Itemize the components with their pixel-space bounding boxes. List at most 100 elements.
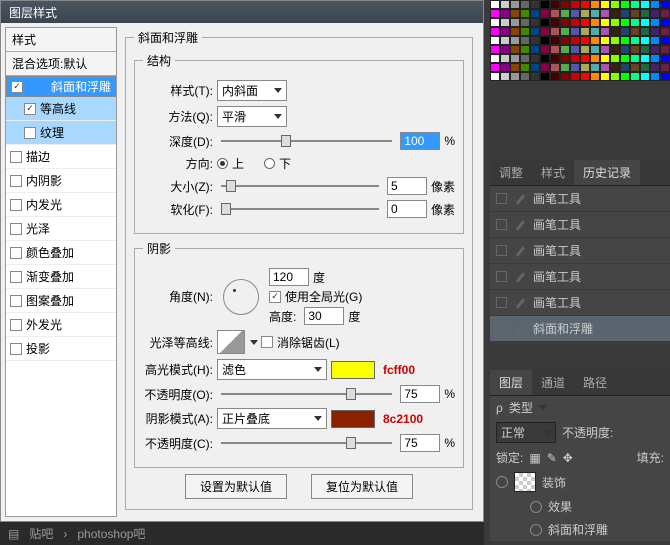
direction-label: 方向: bbox=[143, 155, 213, 172]
checkbox-icon[interactable] bbox=[10, 223, 22, 235]
checkbox-icon[interactable] bbox=[10, 271, 22, 283]
soften-input[interactable]: 0 bbox=[387, 200, 427, 218]
size-slider[interactable] bbox=[221, 178, 379, 194]
checkbox-icon[interactable] bbox=[496, 271, 507, 282]
history-item[interactable]: 斜面和浮雕 bbox=[490, 316, 670, 342]
tab[interactable]: 历史记录 bbox=[574, 160, 640, 185]
shading-group: 阴影 角度(N):120度✓使用全局光(G)高度:30度 光泽等高线:消除锯齿(… bbox=[134, 240, 464, 468]
angle-control[interactable] bbox=[223, 279, 259, 315]
highlight-color-swatch[interactable] bbox=[331, 361, 375, 379]
visibility-icon[interactable] bbox=[496, 476, 508, 488]
checkbox-icon[interactable] bbox=[496, 193, 507, 204]
checkbox-icon[interactable] bbox=[496, 219, 507, 230]
style-item[interactable]: 纹理 bbox=[6, 121, 116, 145]
altitude-input[interactable]: 30 bbox=[304, 307, 344, 325]
dialog-title[interactable]: 图层样式 bbox=[1, 1, 483, 23]
style-item[interactable]: 光泽 bbox=[6, 217, 116, 241]
checkbox-icon[interactable]: ✓ bbox=[24, 103, 36, 115]
highlight-mode-select[interactable]: 滤色 bbox=[217, 359, 327, 380]
style-item[interactable]: ✓斜面和浮雕 bbox=[6, 76, 116, 97]
structure-group: 结构 样式(T):内斜面 方法(Q):平滑 深度(D):100% 方向:上下 大… bbox=[134, 52, 464, 234]
global-light-checkbox[interactable]: ✓ bbox=[269, 291, 281, 303]
altitude-label: 高度: bbox=[269, 308, 296, 325]
shadow-mode-label: 阴影模式(A): bbox=[143, 410, 213, 427]
brush-icon bbox=[513, 322, 527, 336]
shadow-opacity-input[interactable]: 75 bbox=[400, 434, 440, 452]
highlight-opacity-label: 不透明度(O): bbox=[143, 386, 213, 403]
style-item[interactable]: 颜色叠加 bbox=[6, 241, 116, 265]
visibility-icon[interactable] bbox=[530, 524, 542, 536]
checkbox-icon[interactable] bbox=[496, 297, 507, 308]
chevron-down-icon bbox=[543, 430, 551, 435]
layer-row[interactable]: 装饰 bbox=[490, 469, 670, 495]
blend-header[interactable]: 混合选项:默认 bbox=[6, 52, 116, 76]
highlight-annotation: fcff00 bbox=[383, 363, 415, 377]
checkbox-icon[interactable] bbox=[10, 295, 22, 307]
style-item[interactable]: 图案叠加 bbox=[6, 289, 116, 313]
technique-label: 方法(Q): bbox=[143, 108, 213, 125]
style-item[interactable]: 渐变叠加 bbox=[6, 265, 116, 289]
highlight-opacity-input[interactable]: 75 bbox=[400, 385, 440, 403]
checkbox-icon[interactable] bbox=[24, 127, 36, 139]
style-item[interactable]: 外发光 bbox=[6, 313, 116, 337]
soften-slider[interactable] bbox=[221, 201, 379, 217]
visibility-icon[interactable] bbox=[530, 501, 542, 513]
shadow-mode-select[interactable]: 正片叠底 bbox=[217, 408, 327, 429]
checkbox-icon[interactable] bbox=[10, 247, 22, 259]
style-item[interactable]: ✓等高线 bbox=[6, 97, 116, 121]
bevel-group: 斜面和浮雕 结构 样式(T):内斜面 方法(Q):平滑 深度(D):100% 方… bbox=[125, 29, 473, 510]
dir-up-radio[interactable] bbox=[217, 158, 228, 169]
bevel-legend: 斜面和浮雕 bbox=[134, 29, 202, 46]
footer-link-2[interactable]: photoshop吧 bbox=[77, 525, 145, 542]
blend-mode-select[interactable]: 正常 bbox=[496, 422, 556, 443]
layer-thumbnail bbox=[514, 472, 536, 492]
angle-input[interactable]: 120 bbox=[269, 268, 309, 286]
layer-style-dialog: 图层样式 样式 混合选项:默认 ✓斜面和浮雕✓等高线纹理描边内阴影内发光光泽颜色… bbox=[0, 0, 484, 522]
style-item[interactable]: 内发光 bbox=[6, 193, 116, 217]
tab[interactable]: 路径 bbox=[574, 370, 616, 395]
gloss-contour[interactable] bbox=[217, 330, 245, 354]
dir-down-radio[interactable] bbox=[264, 158, 275, 169]
style-item[interactable]: 描边 bbox=[6, 145, 116, 169]
tab[interactable]: 调整 bbox=[490, 160, 532, 185]
tab[interactable]: 图层 bbox=[490, 370, 532, 395]
depth-input[interactable]: 100 bbox=[400, 132, 440, 150]
color-palette[interactable] bbox=[490, 0, 670, 88]
checkbox-icon[interactable] bbox=[10, 343, 22, 355]
history-item[interactable]: 画笔工具 bbox=[490, 238, 670, 264]
history-item[interactable]: 画笔工具 bbox=[490, 290, 670, 316]
checkbox-icon[interactable] bbox=[10, 151, 22, 163]
highlight-opacity-slider[interactable] bbox=[221, 386, 392, 402]
tab[interactable]: 样式 bbox=[532, 160, 574, 185]
logo-icon: ▤ bbox=[8, 527, 19, 541]
history-item[interactable]: 画笔工具 bbox=[490, 186, 670, 212]
checkbox-icon[interactable] bbox=[496, 323, 507, 334]
shadow-opacity-slider[interactable] bbox=[221, 435, 392, 451]
make-default-button[interactable]: 设置为默认值 bbox=[185, 474, 287, 499]
layer-fx-row[interactable]: 效果 bbox=[490, 495, 670, 518]
technique-select[interactable]: 平滑 bbox=[217, 106, 287, 127]
footer-link-1[interactable]: 贴吧 bbox=[29, 525, 53, 542]
antialias-checkbox[interactable] bbox=[261, 336, 273, 348]
checkbox-icon[interactable] bbox=[10, 175, 22, 187]
angle-label: 角度(N): bbox=[143, 288, 213, 305]
brush-icon bbox=[513, 244, 527, 258]
chevron-down-icon bbox=[314, 367, 322, 372]
checkbox-icon[interactable] bbox=[10, 199, 22, 211]
shadow-color-swatch[interactable] bbox=[331, 410, 375, 428]
history-item[interactable]: 画笔工具 bbox=[490, 212, 670, 238]
history-item[interactable]: 画笔工具 bbox=[490, 264, 670, 290]
history-tabs: 调整样式历史记录 bbox=[490, 160, 670, 186]
depth-slider[interactable] bbox=[221, 133, 392, 149]
checkbox-icon[interactable] bbox=[496, 245, 507, 256]
styles-header[interactable]: 样式 bbox=[6, 28, 116, 52]
checkbox-icon[interactable]: ✓ bbox=[11, 81, 23, 93]
checkbox-icon[interactable] bbox=[10, 319, 22, 331]
style-select[interactable]: 内斜面 bbox=[217, 80, 287, 101]
size-input[interactable]: 5 bbox=[387, 177, 427, 195]
layer-fx-item[interactable]: 斜面和浮雕 bbox=[490, 518, 670, 541]
tab[interactable]: 通道 bbox=[532, 370, 574, 395]
style-item[interactable]: 投影 bbox=[6, 337, 116, 361]
style-item[interactable]: 内阴影 bbox=[6, 169, 116, 193]
reset-default-button[interactable]: 复位为默认值 bbox=[311, 474, 413, 499]
